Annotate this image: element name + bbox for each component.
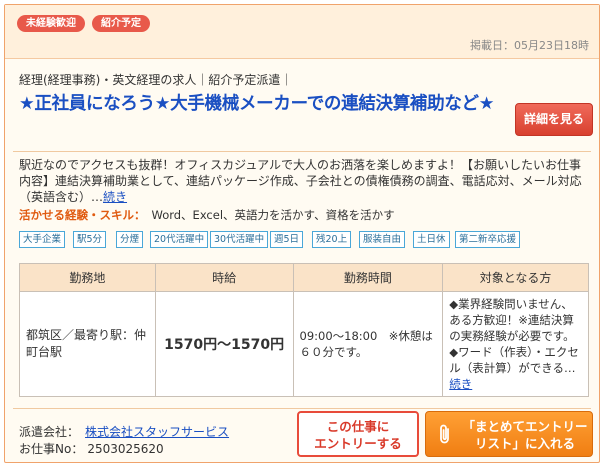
- skills-label: 活かせる経験・スキル：: [19, 208, 146, 222]
- bulk-entry-label: 「まとめてエントリー リスト」に入れる: [460, 418, 590, 452]
- card-header: 未経験歓迎 紹介予定 掲載日：05月23日18時: [5, 5, 599, 59]
- job-title[interactable]: ★正社員になろう★大手機械メーカーでの連結決算補助など★: [19, 92, 503, 117]
- table-row: 都筑区／最寄り駅：仲町台駅 1570円〜1570円 09:00〜18:00 ※休…: [19, 291, 589, 397]
- job-category: 経理(経理事務)・英文経理の求人｜紹介予定派遣｜: [19, 73, 293, 87]
- feature-tag: 残20上: [312, 231, 352, 248]
- paperclip-icon: [436, 424, 454, 450]
- feature-tag: 20代活躍中: [150, 231, 209, 248]
- feature-tag: 30代活躍中: [210, 231, 269, 248]
- skills-value: Word、Excel、英語力を活かす、資格を活かす: [151, 208, 395, 222]
- agency-label: 派遣会社：: [19, 425, 80, 439]
- details-button[interactable]: 詳細を見る: [515, 103, 593, 136]
- target-more-link[interactable]: 続き: [449, 377, 472, 391]
- table-header-row: 勤務地 時給 勤務時間 対象となる方: [19, 263, 589, 292]
- tag-temp-to-perm: 紹介予定: [92, 15, 150, 32]
- wage-cell: 1570円〜1570円: [154, 291, 294, 397]
- feature-tag: 土日休: [413, 231, 450, 248]
- feature-tag: 駅5分: [73, 231, 107, 248]
- header-location: 勤務地: [19, 263, 156, 292]
- entry-button[interactable]: この仕事に エントリーする: [297, 411, 419, 457]
- header-target: 対象となる方: [442, 263, 589, 292]
- header-hours: 勤務時間: [292, 263, 444, 292]
- feature-tag: 分煙: [116, 231, 144, 248]
- tag-no-experience: 未経験歓迎: [17, 15, 85, 32]
- job-number: 2503025620: [87, 442, 164, 456]
- add-to-entry-list-button[interactable]: 「まとめてエントリー リスト」に入れる: [425, 411, 593, 457]
- feature-tag: 大手企業: [19, 231, 66, 248]
- agency-link[interactable]: 株式会社スタッフサービス: [85, 425, 229, 439]
- target-cell: ◆業界経験問いません、ある方歓迎！※連結決算の実務経験が必要です。◆ワード（作表…: [442, 291, 589, 397]
- feature-tag: 週5日: [270, 231, 304, 248]
- target-text: ◆業界経験問いません、ある方歓迎！※連結決算の実務経験が必要です。◆ワード（作表…: [449, 297, 579, 375]
- entry-button-line1: この仕事に: [326, 419, 390, 434]
- divider: [13, 151, 591, 152]
- description-more-link[interactable]: 続き: [103, 190, 127, 204]
- job-details-table: 勤務地 時給 勤務時間 対象となる方 都筑区／最寄り駅：仲町台駅 1570円〜1…: [19, 263, 589, 397]
- header-wage: 時給: [154, 263, 294, 292]
- skills-line: 活かせる経験・スキル： Word、Excel、英語力を活かす、資格を活かす: [19, 207, 395, 223]
- feature-tag: 服装自由: [359, 231, 406, 248]
- job-description: 駅近なのでアクセスも抜群！オフィスカジュアルで大人のお洒落を楽しめますよ！【お願…: [19, 157, 589, 205]
- feature-tag: 第二新卒応援: [455, 231, 521, 248]
- job-card: 未経験歓迎 紹介予定 掲載日：05月23日18時 経理(経理事務)・英文経理の求…: [4, 4, 600, 463]
- job-number-label: お仕事No：: [19, 442, 84, 456]
- location-cell: 都筑区／最寄り駅：仲町台駅: [19, 291, 156, 397]
- agency-line: 派遣会社： 株式会社スタッフサービス: [19, 423, 229, 440]
- job-number-line: お仕事No： 2503025620: [19, 440, 164, 457]
- entry-button-line2: エントリーする: [314, 436, 402, 451]
- hours-cell: 09:00〜18:00 ※休憩は６０分です。: [292, 291, 444, 397]
- feature-tags: 大手企業 駅5分 分煙 20代活躍中 30代活躍中 週5日 残20上 服装自由 …: [19, 231, 599, 249]
- bulk-entry-line2: リスト」に入れる: [474, 436, 575, 451]
- bulk-entry-line1: 「まとめてエントリー: [462, 419, 588, 434]
- divider: [13, 408, 591, 409]
- posted-date: 掲載日：05月23日18時: [470, 39, 589, 52]
